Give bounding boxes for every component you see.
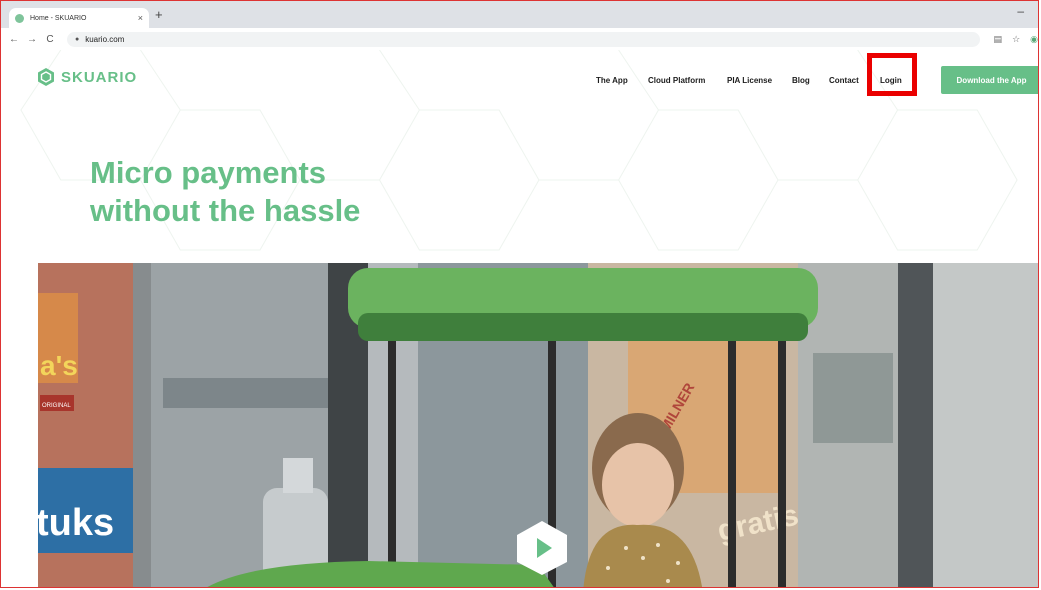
hero-headline: Micro payments without the hassle xyxy=(90,154,360,230)
browser-tab[interactable]: Home - SKUARIO × xyxy=(9,8,149,28)
left-sign-badge: ORIGINAL xyxy=(42,403,71,409)
left-sign-brand: a's xyxy=(40,350,78,381)
browser-window: Home - SKUARIO × + – ← → C ● kuario.com … xyxy=(0,0,1039,588)
nav-blog[interactable]: Blog xyxy=(792,76,810,85)
tab-strip: Home - SKUARIO × + – xyxy=(1,1,1038,28)
star-icon[interactable]: ☆ xyxy=(1012,34,1020,45)
tab-title: Home - SKUARIO xyxy=(30,14,87,22)
lock-icon: ● xyxy=(75,35,80,43)
minimize-button[interactable]: – xyxy=(1017,4,1024,18)
skuario-logo-icon xyxy=(38,68,54,86)
reload-button[interactable]: C xyxy=(45,34,55,45)
left-sign-word: tuks xyxy=(38,502,114,544)
tab-close-button[interactable]: × xyxy=(138,13,143,23)
back-button[interactable]: ← xyxy=(9,34,19,45)
translate-icon[interactable]: ▤ xyxy=(994,34,1003,45)
site-logo[interactable]: SKUARIO xyxy=(37,67,137,87)
new-tab-button[interactable]: + xyxy=(155,8,163,21)
login-highlight-box xyxy=(867,53,917,96)
logo-text: SKUARIO xyxy=(61,68,138,86)
headline-line-1: Micro payments xyxy=(90,155,327,190)
nav-pia-license[interactable]: PIA License xyxy=(727,76,772,85)
site-favicon xyxy=(15,13,24,23)
forward-button[interactable]: → xyxy=(27,34,37,45)
nav-the-app[interactable]: The App xyxy=(596,76,628,85)
play-icon[interactable] xyxy=(516,520,568,576)
extension-icon[interactable]: ◉ xyxy=(1030,34,1038,45)
url-text: kuario.com xyxy=(85,34,125,44)
headline-line-2: without the hassle xyxy=(90,193,361,228)
browser-toolbar: ← → C ● kuario.com ▤ ☆ ◉ xyxy=(1,28,1038,51)
nav-cloud-platform[interactable]: Cloud Platform xyxy=(648,76,705,85)
address-bar[interactable]: ● kuario.com xyxy=(67,31,980,47)
website: SKUARIO The App Cloud Platform PIA Licen… xyxy=(1,50,1038,587)
nav-contact[interactable]: Contact xyxy=(829,76,859,85)
download-app-button[interactable]: Download the App xyxy=(941,66,1038,94)
